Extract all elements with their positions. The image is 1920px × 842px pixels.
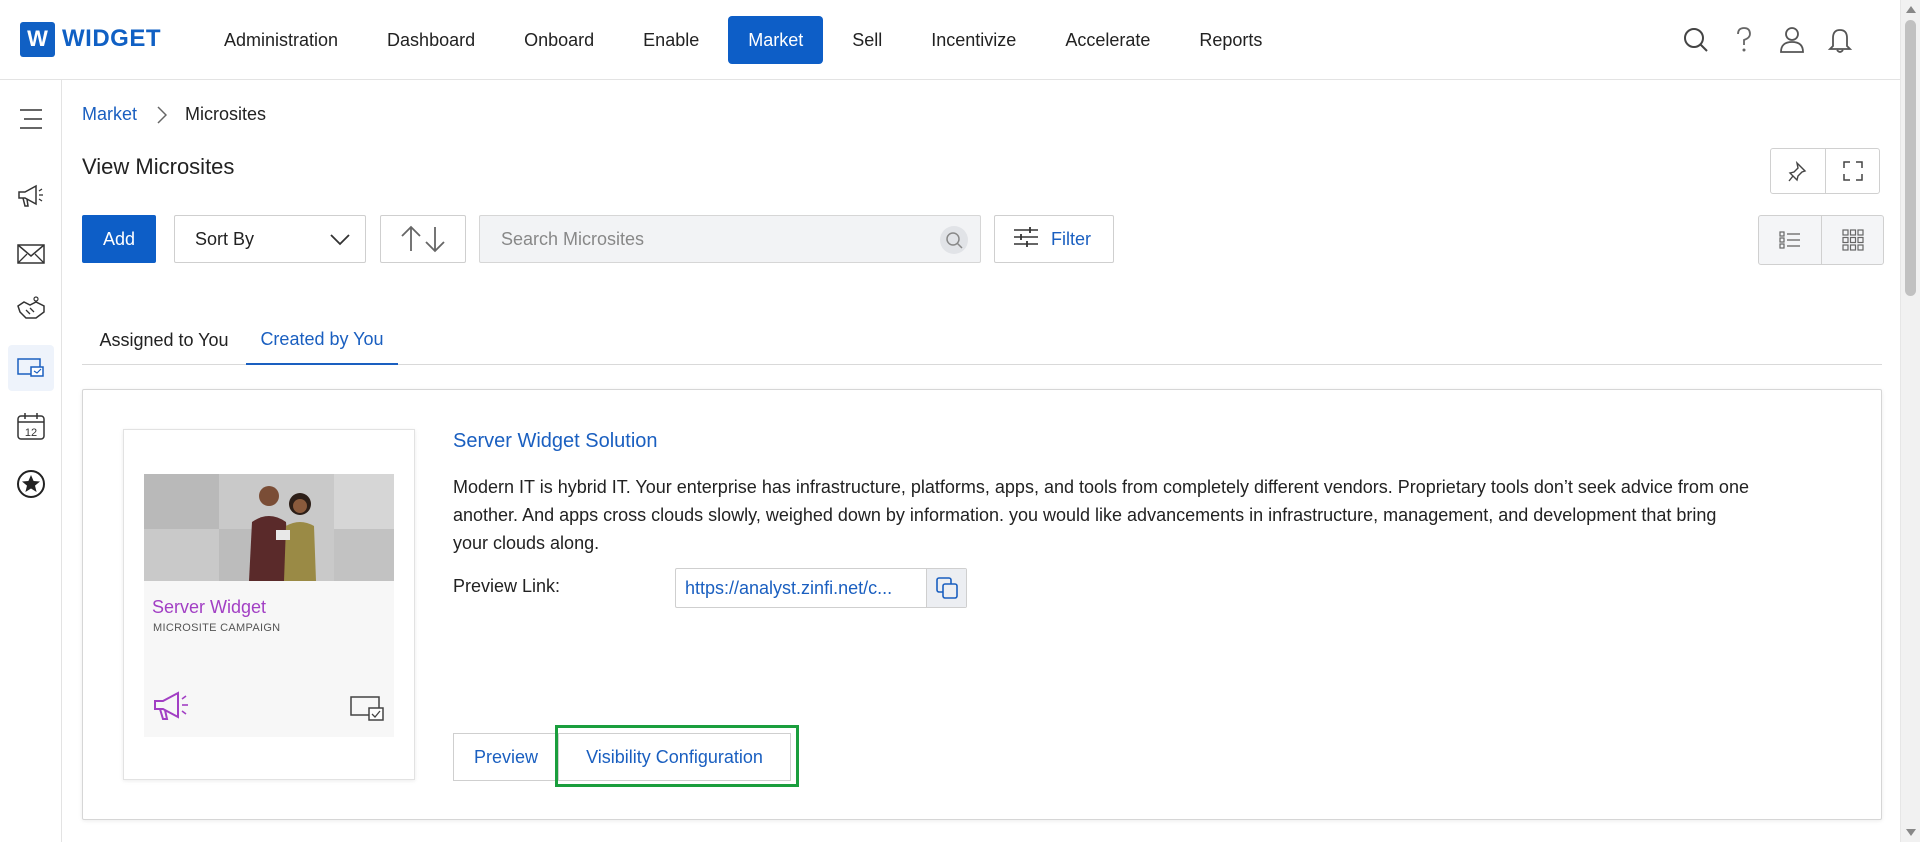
page-title: View Microsites	[82, 154, 235, 179]
bell-icon[interactable]	[1816, 20, 1864, 60]
star-icon[interactable]	[8, 461, 54, 507]
microsite-title[interactable]: Server Widget Solution	[453, 430, 658, 453]
nav-item-enable[interactable]: Enable	[623, 16, 719, 64]
preview-link-label: Preview Link:	[453, 576, 561, 596]
top-bar: W WIDGET Administration Dashboard Onboar…	[0, 0, 1900, 80]
sort-direction-button[interactable]	[380, 215, 466, 263]
scroll-thumb[interactable]	[1905, 20, 1916, 296]
list-view-icon[interactable]	[1759, 216, 1821, 264]
scroll-down-arrow-icon[interactable]	[1906, 829, 1916, 836]
breadcrumb-current: Microsites	[185, 104, 267, 124]
page-scrollbar[interactable]	[1900, 0, 1920, 842]
grid-view-icon[interactable]	[1821, 216, 1883, 264]
microsite-thumbnail: Server Widget MICROSITE CAMPAIGN	[144, 474, 394, 737]
help-icon[interactable]	[1720, 20, 1768, 60]
nav-item-dashboard[interactable]: Dashboard	[367, 16, 495, 64]
search-icon[interactable]	[1672, 20, 1720, 60]
nav-item-reports[interactable]: Reports	[1179, 16, 1282, 64]
scroll-up-arrow-icon[interactable]	[1906, 6, 1916, 13]
add-button[interactable]: Add	[82, 215, 156, 263]
tabs: Assigned to You Created by You	[82, 316, 1882, 365]
nav-item-accelerate[interactable]: Accelerate	[1045, 16, 1170, 64]
mail-icon[interactable]	[8, 231, 54, 277]
breadcrumb: Market Microsites	[82, 104, 266, 125]
filter-label: Filter	[1051, 228, 1091, 249]
highlight-box	[555, 725, 799, 787]
calendar-icon[interactable]: 12	[8, 403, 54, 449]
microsite-thumbnail-frame[interactable]: Server Widget MICROSITE CAMPAIGN	[123, 429, 415, 780]
tab-created-by-you[interactable]: Created by You	[246, 316, 398, 365]
nav-item-market[interactable]: Market	[728, 16, 824, 64]
user-icon[interactable]	[1768, 20, 1816, 60]
brand-logo[interactable]: W WIDGET	[20, 21, 161, 57]
view-controls	[1770, 148, 1880, 194]
fullscreen-icon[interactable]	[1825, 149, 1879, 193]
microsite-icon[interactable]	[8, 345, 54, 391]
sort-by-dropdown[interactable]: Sort By	[174, 215, 366, 263]
handshake-icon[interactable]	[8, 287, 54, 333]
thumbnail-subtitle: MICROSITE CAMPAIGN	[153, 622, 281, 634]
top-icons	[1672, 20, 1864, 60]
preview-button[interactable]: Preview	[453, 733, 559, 781]
menu-icon[interactable]	[8, 96, 54, 142]
preview-url[interactable]: https://analyst.zinfi.net/c...	[676, 578, 928, 599]
tab-assigned-to-you[interactable]: Assigned to You	[82, 316, 246, 365]
nav-item-incentivize[interactable]: Incentivize	[911, 16, 1036, 64]
thumbnail-photo	[144, 474, 394, 581]
pin-icon[interactable]	[1771, 149, 1825, 193]
chevron-right-icon	[157, 105, 168, 124]
preview-link-field: https://analyst.zinfi.net/c...	[675, 568, 967, 608]
breadcrumb-market-link[interactable]: Market	[82, 104, 137, 125]
megaphone-icon	[152, 690, 192, 727]
toolbar: Add Sort By Search Microsites Filter	[82, 215, 1884, 265]
microsite-card: Server Widget MICROSITE CAMPAIGN Server …	[82, 389, 1882, 820]
logo-text: WIDGET	[62, 25, 161, 52]
logo-mark: W	[20, 21, 55, 57]
thumbnail-title: Server Widget	[152, 597, 267, 617]
sort-by-label: Sort By	[195, 228, 255, 249]
search-placeholder: Search Microsites	[501, 228, 645, 249]
nav-item-onboard[interactable]: Onboard	[504, 16, 614, 64]
chevron-down-icon	[329, 230, 351, 253]
sort-arrows-icon	[401, 225, 445, 253]
nav-item-sell[interactable]: Sell	[832, 16, 902, 64]
main-nav: Administration Dashboard Onboard Enable …	[204, 16, 1291, 64]
layout-toggle	[1758, 215, 1884, 265]
sliders-icon	[1013, 226, 1039, 253]
calendar-number: 12	[25, 427, 37, 439]
microsite-description: Modern IT is hybrid IT. Your enterprise …	[453, 477, 1749, 553]
nav-item-administration[interactable]: Administration	[204, 16, 358, 64]
microsite-icon	[350, 695, 386, 728]
copy-icon[interactable]	[926, 569, 966, 607]
filter-button[interactable]: Filter	[994, 215, 1114, 263]
search-input[interactable]: Search Microsites	[479, 215, 981, 263]
left-rail: 12	[0, 80, 62, 842]
megaphone-icon[interactable]	[8, 173, 54, 219]
search-icon[interactable]	[940, 226, 968, 254]
